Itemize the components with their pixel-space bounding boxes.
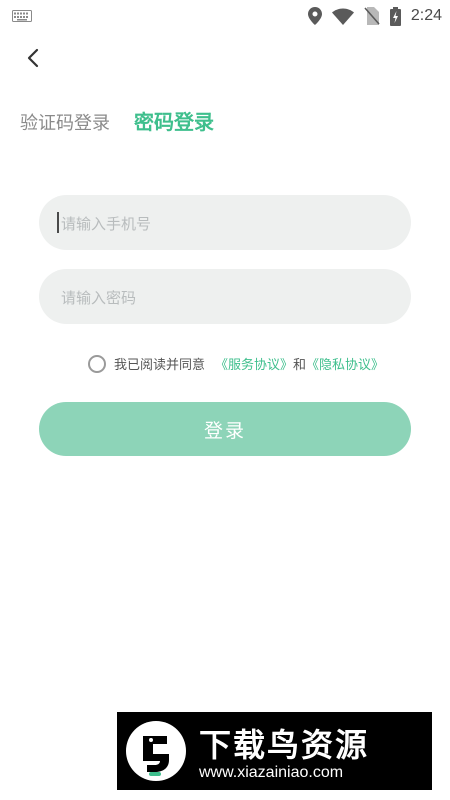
phone-field[interactable] xyxy=(39,195,415,252)
service-agreement-link[interactable]: 《服务协议》 xyxy=(215,354,293,373)
watermark-banner: 下载鸟资源 www.xiazainiao.com xyxy=(117,712,432,790)
agree-radio[interactable] xyxy=(88,354,106,373)
location-icon xyxy=(307,7,322,25)
privacy-agreement-link[interactable]: 《隐私协议》 xyxy=(306,354,384,373)
no-sim-icon xyxy=(364,7,380,25)
password-input[interactable] xyxy=(59,269,415,326)
login-tabs: 验证码登录 密码登录 xyxy=(20,106,214,135)
phone-input[interactable] xyxy=(59,195,415,252)
text-cursor xyxy=(57,212,59,233)
watermark-title: 下载鸟资源 xyxy=(199,726,370,764)
bird-logo-icon xyxy=(126,721,186,781)
and-label: 和 xyxy=(293,358,307,373)
status-time: 2:24 xyxy=(410,7,442,24)
tab-sms-login[interactable]: 验证码登录 xyxy=(20,109,110,135)
back-arrow-icon[interactable] xyxy=(20,44,48,72)
agree-label: 我已阅读并同意 xyxy=(114,358,206,373)
password-field[interactable] xyxy=(39,269,415,326)
tab-password-login[interactable]: 密码登录 xyxy=(134,106,214,135)
agreement-row: 我已阅读并同意 《服务协议》 和 《隐私协议》 xyxy=(88,354,384,373)
battery-charging-icon xyxy=(389,6,401,26)
watermark-url: www.xiazainiao.com xyxy=(199,764,344,781)
status-bar: 2:24 xyxy=(0,0,450,32)
login-button[interactable]: 登录 xyxy=(39,402,411,456)
wifi-icon xyxy=(331,8,354,25)
keyboard-icon xyxy=(12,10,32,22)
